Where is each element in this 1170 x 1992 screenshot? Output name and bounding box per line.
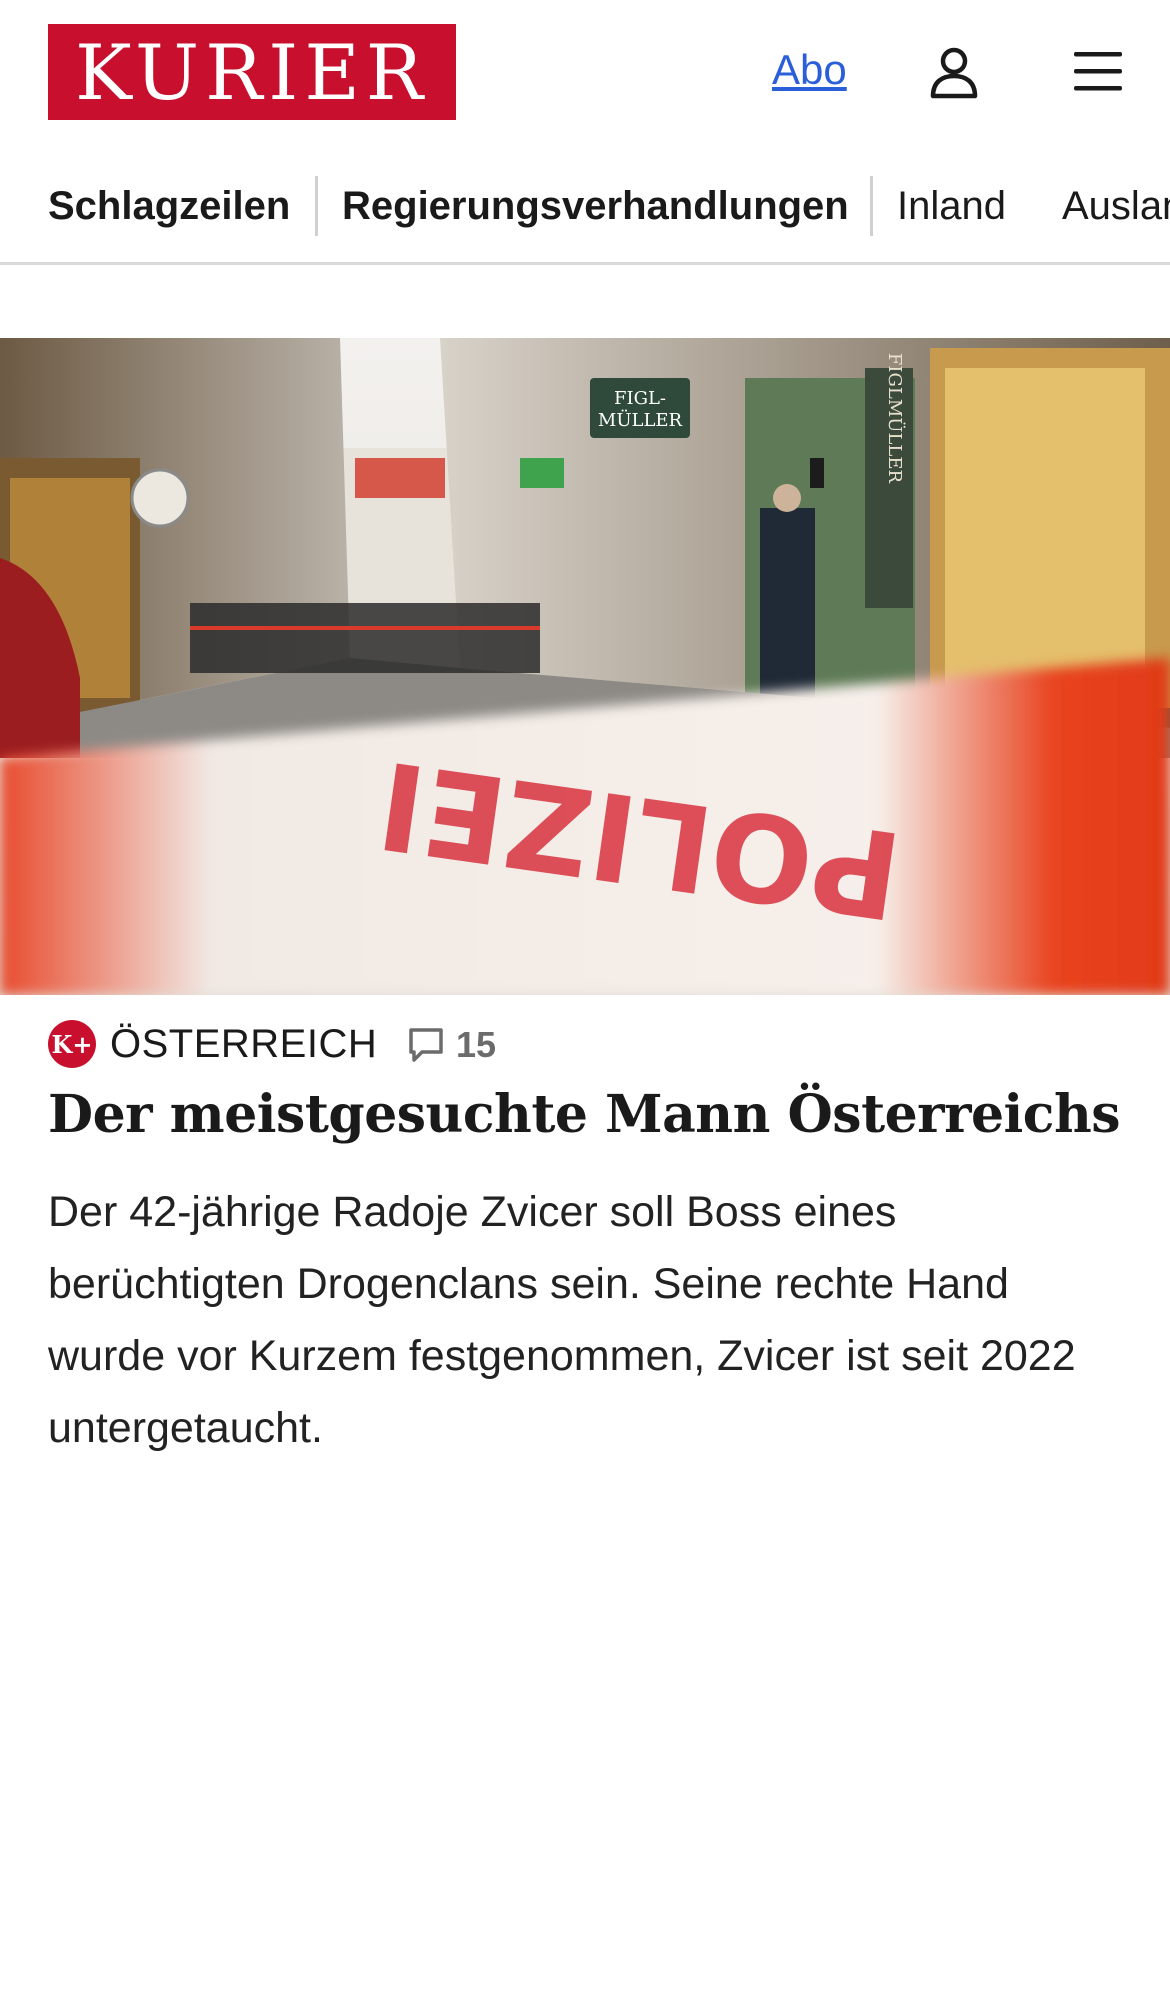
abo-link[interactable]: Abo xyxy=(772,46,847,94)
svg-text:FIGL-: FIGL- xyxy=(614,388,666,409)
article-hero-image[interactable]: FIGL- MÜLLER FIGLMÜLLER POLIZEI xyxy=(0,338,1170,995)
site-header: KURIER Abo xyxy=(0,0,1170,150)
nav-item-inland[interactable]: Inland xyxy=(897,178,1006,234)
comment-counter[interactable]: 15 xyxy=(406,1024,496,1066)
nav-divider xyxy=(315,176,318,236)
svg-text:FIGLMÜLLER: FIGLMÜLLER xyxy=(884,353,907,484)
nav-item-regierungsverhandlungen[interactable]: Regierungsverhandlungen xyxy=(342,178,849,234)
kplus-badge-icon: K+ xyxy=(48,1020,96,1068)
police-tape-street-photo: FIGL- MÜLLER FIGLMÜLLER POLIZEI xyxy=(0,338,1170,995)
nav-divider xyxy=(870,176,873,236)
article-teaser[interactable]: Der 42-jährige Radoje Zvicer soll Boss e… xyxy=(48,1176,1128,1464)
nav-item-ausland[interactable]: Ausland xyxy=(1062,178,1170,234)
article-headline[interactable]: Der meistgesuchte Mann Österreichs xyxy=(48,1080,1128,1150)
nav-item-schlagzeilen[interactable]: Schlagzeilen xyxy=(48,178,290,234)
article-category[interactable]: ÖSTERREICH xyxy=(110,1022,377,1067)
hamburger-menu-icon[interactable] xyxy=(1072,48,1124,94)
comment-count: 15 xyxy=(456,1024,497,1065)
comment-icon xyxy=(409,1028,443,1062)
svg-text:MÜLLER: MÜLLER xyxy=(598,408,683,431)
section-nav: Schlagzeilen Regierungsverhandlungen Inl… xyxy=(0,150,1170,265)
kurier-logo[interactable]: KURIER xyxy=(48,24,456,120)
user-icon[interactable] xyxy=(926,44,982,100)
article-meta: K+ ÖSTERREICH xyxy=(48,1016,377,1072)
